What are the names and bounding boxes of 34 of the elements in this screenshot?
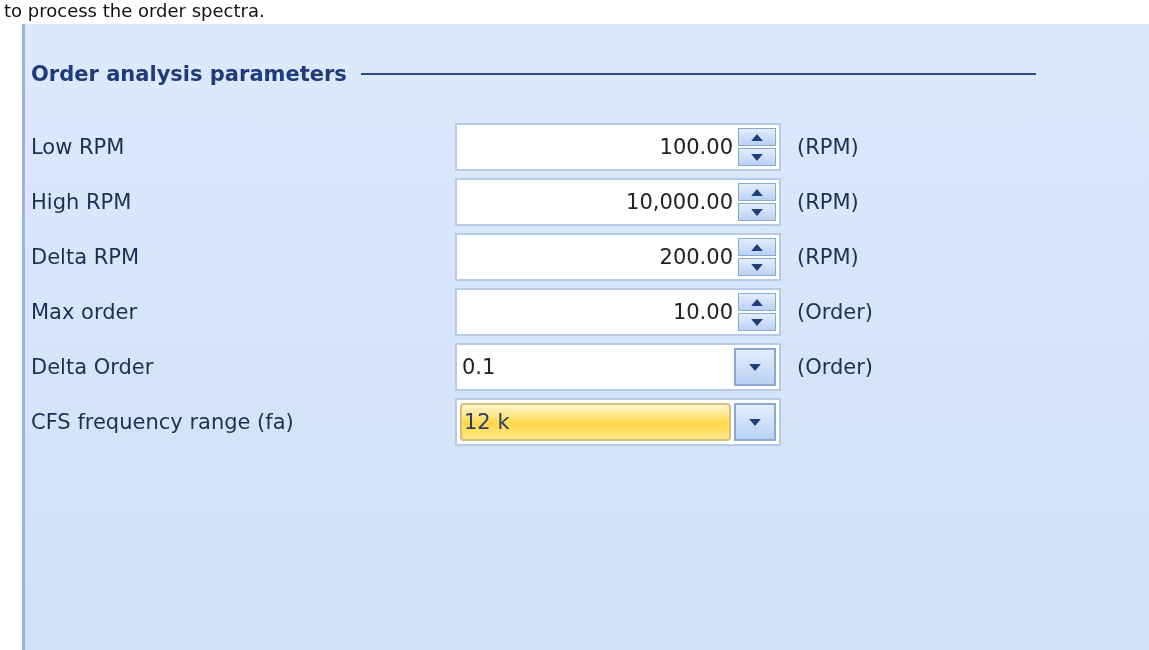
field-label: Max order [31, 300, 139, 324]
unit-label: (RPM) [797, 190, 859, 214]
down-arrow-icon [751, 208, 763, 216]
unit-label: (Order) [797, 355, 874, 379]
down-arrow-icon [751, 318, 763, 326]
dropdown-field[interactable]: 12 k [460, 403, 731, 441]
up-arrow-icon [751, 133, 763, 141]
section-title: Order analysis parameters [31, 62, 347, 86]
field-label: Delta RPM [31, 245, 141, 269]
spin-up-button[interactable] [738, 293, 776, 311]
unit-label: (RPM) [797, 245, 859, 269]
spin-up-button[interactable] [738, 183, 776, 201]
spin-down-button[interactable] [738, 313, 776, 331]
unit-label: (Order) [797, 300, 874, 324]
up-arrow-icon [751, 298, 763, 306]
field-label: Low RPM [31, 135, 126, 159]
down-arrow-icon [751, 153, 763, 161]
field-label: High RPM [31, 190, 133, 214]
field-label: CFS frequency range (fa) [31, 410, 295, 434]
dropdown-button[interactable] [734, 348, 776, 386]
intro-text: to process the order spectra. [3, 0, 266, 23]
spin-down-button[interactable] [738, 203, 776, 221]
down-arrow-icon [749, 418, 761, 426]
spin-up-button[interactable] [738, 238, 776, 256]
down-arrow-icon [751, 263, 763, 271]
spin-down-button[interactable] [738, 148, 776, 166]
spin-up-button[interactable] [738, 128, 776, 146]
spin-down-button[interactable] [738, 258, 776, 276]
down-arrow-icon [749, 363, 761, 371]
dropdown-button[interactable] [734, 403, 776, 441]
up-arrow-icon [751, 188, 763, 196]
field-label: Delta Order [31, 355, 155, 379]
unit-label: (RPM) [797, 135, 859, 159]
up-arrow-icon [751, 243, 763, 251]
